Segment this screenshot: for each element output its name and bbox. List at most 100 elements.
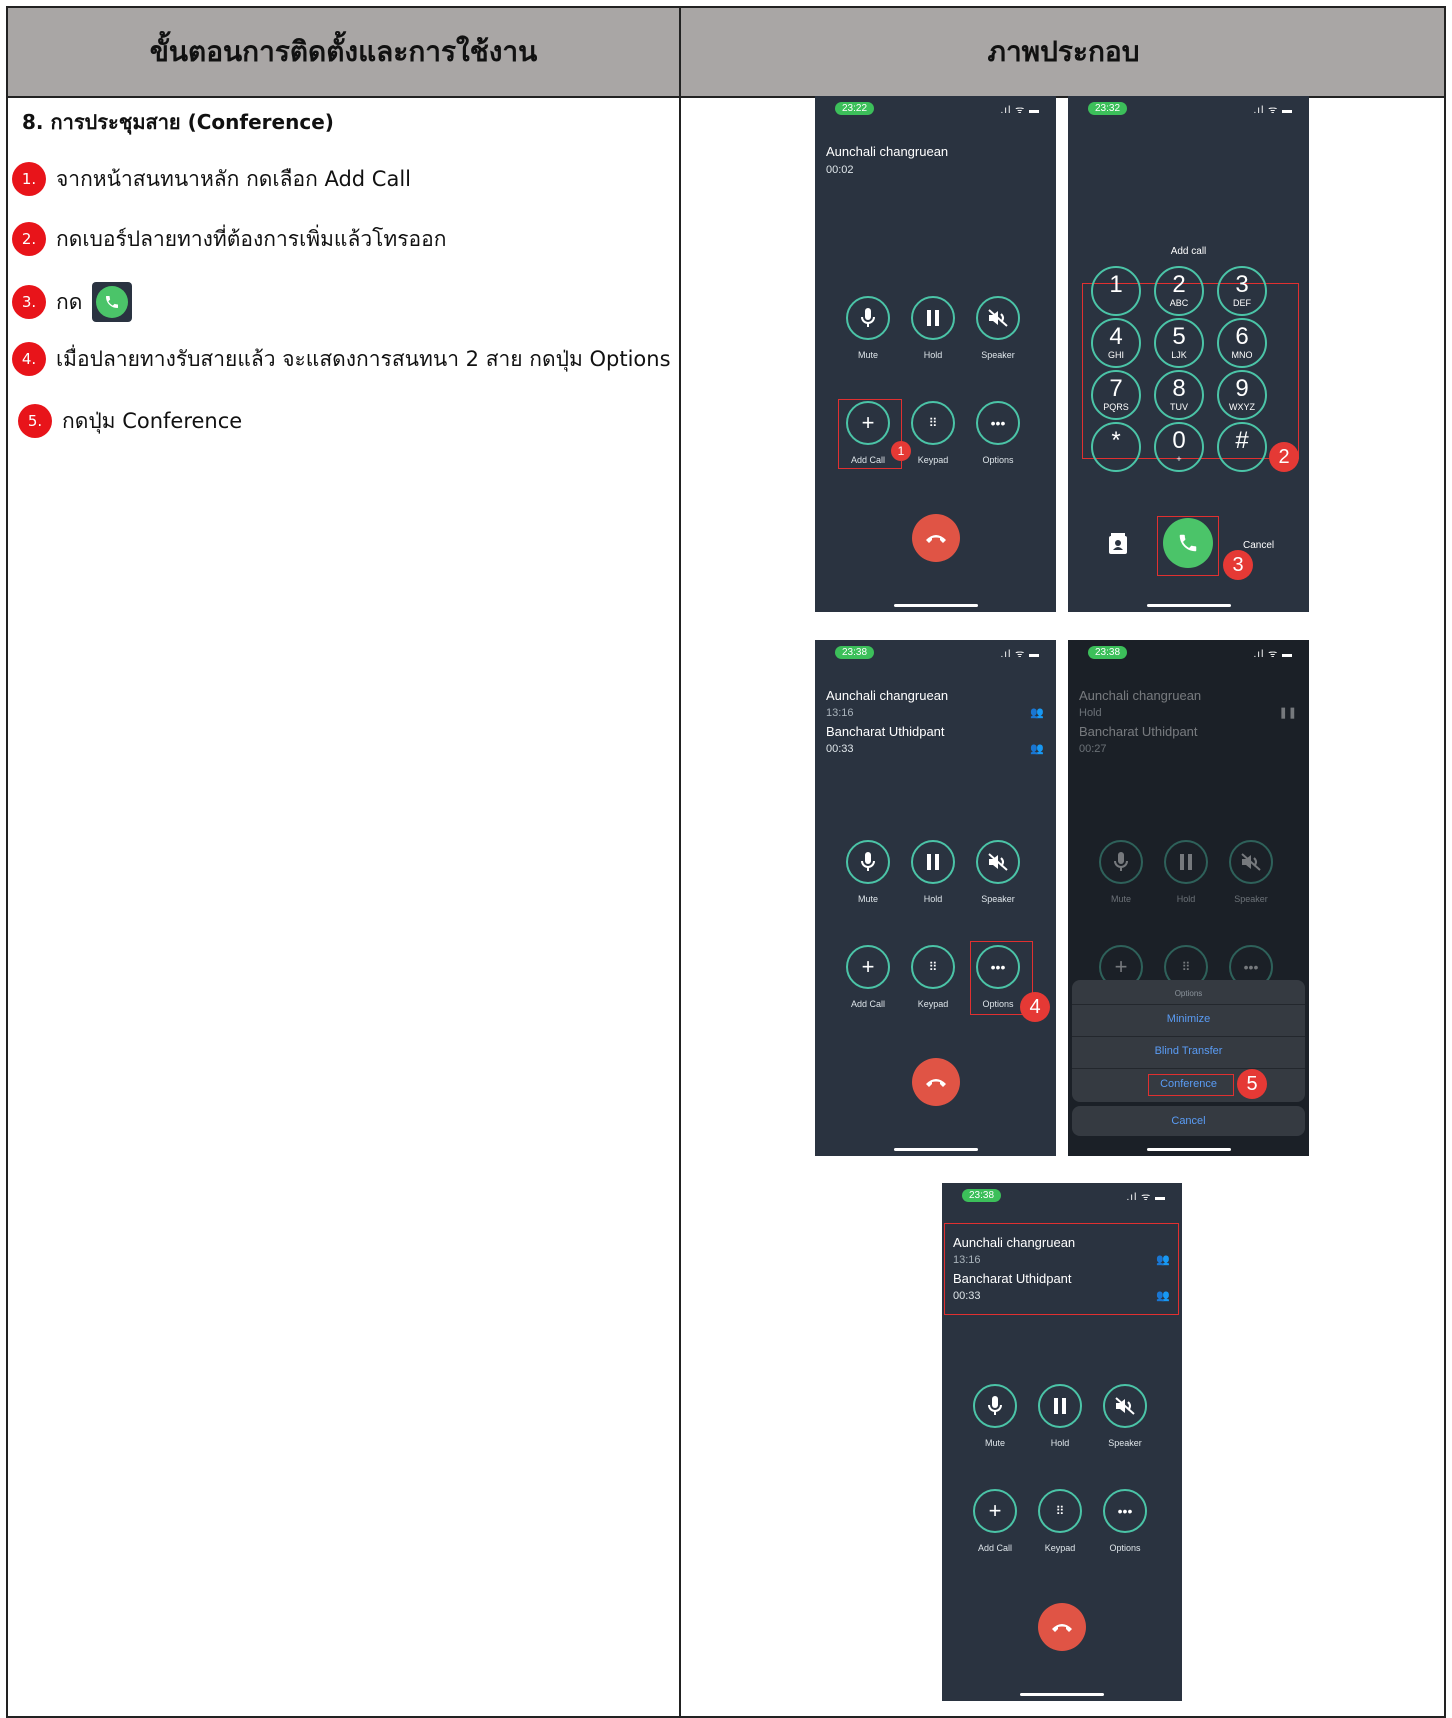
callout-badge: 4 [1020, 992, 1050, 1022]
status-time: 23:32 [1088, 102, 1128, 115]
hold-button[interactable] [1038, 1384, 1082, 1428]
dialpad-key[interactable]: 4 GHI [1091, 318, 1141, 368]
key-letters: DEF [1233, 298, 1251, 308]
end-call-button[interactable] [1038, 1603, 1086, 1651]
cancel-option[interactable]: Cancel [1072, 1115, 1305, 1127]
status-time: 23:22 [835, 102, 875, 115]
section-title: 8. การประชุมสาย (Conference) [22, 110, 334, 134]
caller-name: Aunchali changruean [826, 144, 949, 159]
key-digit: 6 [1235, 323, 1249, 350]
key-digit: 9 [1235, 375, 1249, 402]
key-letters: ABC [1169, 298, 1189, 308]
signal-icon: .ıl ᯤ ▬ [1000, 649, 1040, 660]
status-time: 23:38 [962, 1189, 1002, 1202]
keypad-button[interactable]: ⠿ [911, 945, 955, 989]
home-indicator [1020, 1693, 1104, 1696]
mute-button[interactable] [846, 296, 890, 340]
step-number: 1. [12, 162, 46, 196]
hold-button[interactable] [911, 296, 955, 340]
home-indicator [893, 1148, 978, 1151]
key-digit: 2 [1172, 271, 1186, 298]
keypad-button[interactable]: ⠿ [911, 401, 955, 445]
callout-badge: 3 [1223, 550, 1253, 580]
mute-button[interactable] [846, 840, 890, 884]
caller-2-name: Bancharat Uthidpant [953, 1271, 1072, 1286]
cancel-link[interactable]: Cancel [1243, 540, 1274, 551]
dialpad-key[interactable]: 8 TUV [1154, 370, 1204, 420]
caller-1-name: Aunchali changruean [826, 688, 949, 703]
dialpad-key[interactable]: 6 MNO [1217, 318, 1267, 368]
mute-label: Mute [984, 1438, 1005, 1448]
signal-icon: .ıl ᯤ ▬ [1126, 1192, 1166, 1203]
dialpad-key[interactable]: 0 + [1154, 422, 1204, 472]
pause-icon: ❚❚ [1278, 707, 1297, 719]
caller-2-duration: 00:33 [826, 743, 854, 755]
group-icon: 👥 [1156, 1254, 1170, 1266]
speaker-button[interactable] [1103, 1384, 1147, 1428]
speaker-button[interactable] [976, 296, 1020, 340]
dialpad-key[interactable]: 3 DEF [1217, 266, 1267, 316]
phone-screen-call: 23:22 .ıl ᯤ ▬ Aunchali changruean 00:02 … [815, 96, 1056, 612]
key-letters: GHI [1107, 350, 1124, 360]
caller-1-name: Aunchali changruean [953, 1235, 1076, 1250]
key-digit: 1 [1109, 271, 1123, 298]
call-icon [92, 282, 133, 322]
add-call-label: Add Call [850, 999, 886, 1009]
options-label: Options [982, 455, 1014, 465]
speaker-button[interactable] [1229, 840, 1273, 884]
key-letters: MNO [1231, 350, 1253, 360]
add-call-button[interactable]: + [846, 945, 890, 989]
caller-1-name: Aunchali changruean [1079, 688, 1202, 703]
step-number: 5. [18, 404, 52, 438]
mute-button[interactable] [1099, 840, 1143, 884]
minimize-option[interactable]: Minimize [1072, 1013, 1305, 1025]
speaker-button[interactable] [976, 840, 1020, 884]
dialpad-key[interactable]: 9 WXYZ [1217, 370, 1267, 420]
options-sheet-title: Options [1174, 989, 1203, 998]
step-text: จากหน้าสนทนาหลัก กดเลือก Add Call [56, 166, 412, 191]
key-letters: LJK [1171, 350, 1187, 360]
step-number: 3. [12, 285, 46, 319]
key-digit: 5 [1172, 323, 1186, 350]
speaker-label: Speaker [1108, 1438, 1142, 1448]
dialpad-key[interactable]: 2 ABC [1154, 266, 1204, 316]
dialpad-key[interactable]: # [1217, 422, 1267, 472]
hold-button[interactable] [1164, 840, 1208, 884]
hold-button[interactable] [911, 840, 955, 884]
keypad-button[interactable]: ⠿ [1038, 1489, 1082, 1533]
header-illustration: ภาพประกอบ [987, 35, 1140, 68]
dialpad-key[interactable]: 5 LJK [1154, 318, 1204, 368]
options-button[interactable]: ••• [976, 401, 1020, 445]
blind-transfer-option[interactable]: Blind Transfer [1072, 1045, 1305, 1057]
phone-screen-dialpad: 23:32 .ıl ᯤ ▬ Add call 1 2 ABC 3 DEF 4 GHI 5 LJK… [1068, 96, 1309, 612]
key-digit: 8 [1172, 375, 1186, 402]
step-4: 4. เมื่อปลายทางรับสายแล้ว จะแสดงการสนทนา… [12, 342, 671, 376]
end-call-button[interactable] [912, 1058, 960, 1106]
mute-label: Mute [857, 350, 878, 360]
group-icon: 👥 [1030, 707, 1044, 719]
key-digit: 3 [1235, 271, 1249, 298]
hold-label: Hold [923, 894, 943, 904]
add-call-label: Add Call [977, 1543, 1013, 1553]
signal-icon: .ıl ᯤ ▬ [1253, 105, 1293, 116]
callout-badge: 5 [1237, 1069, 1267, 1099]
caller-1-duration: 13:16 [953, 1254, 981, 1266]
dialpad-key[interactable]: 7 PQRS [1091, 370, 1141, 420]
mute-label: Mute [1110, 894, 1131, 904]
dialpad-key[interactable]: 1 [1091, 266, 1141, 316]
options-button[interactable]: ••• [1103, 1489, 1147, 1533]
mute-label: Mute [857, 894, 878, 904]
mute-button[interactable] [973, 1384, 1017, 1428]
phone-screen-conference: 23:38 .ıl ᯤ ▬ Aunchali changruean 13:16 … [942, 1183, 1182, 1701]
header-steps: ขั้นตอนการติดตั้งและการใช้งาน [149, 35, 538, 68]
options-label: Options [1109, 1543, 1141, 1553]
hold-label: Hold [1050, 1438, 1070, 1448]
step-1: 1. จากหน้าสนทนาหลัก กดเลือก Add Call [12, 162, 411, 196]
caller-1-duration: 13:16 [826, 707, 854, 719]
contacts-icon[interactable] [1108, 533, 1128, 555]
dialpad-key[interactable]: * [1091, 422, 1141, 472]
signal-icon: .ıl ᯤ ▬ [1253, 649, 1293, 660]
add-call-button[interactable]: + [973, 1489, 1017, 1533]
end-call-button[interactable] [912, 514, 960, 562]
step-number: 4. [12, 342, 46, 376]
